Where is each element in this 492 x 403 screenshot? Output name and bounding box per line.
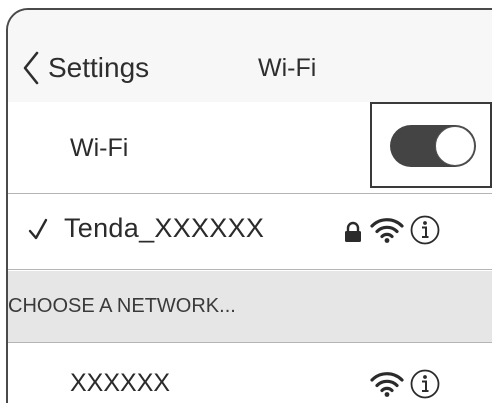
wifi-toggle-row: Wi-Fi: [8, 102, 492, 194]
info-icon[interactable]: [410, 369, 440, 399]
wifi-signal-icon: [370, 218, 404, 243]
toggle-knob: [435, 126, 475, 166]
back-button[interactable]: Settings: [22, 48, 149, 88]
chevron-left-icon: [23, 51, 39, 85]
connected-network-row[interactable]: Tenda_XXXXXX: [8, 195, 492, 270]
page-title: Wi-Fi: [258, 54, 317, 82]
back-button-label: Settings: [48, 52, 150, 83]
network-list-item[interactable]: XXXXXX: [8, 343, 492, 403]
checkmark-icon: [28, 218, 48, 240]
phone-screen: Settings Wi-Fi Wi-Fi Tenda_XXXXXX CHOOSE…: [6, 8, 492, 403]
lock-icon: [345, 221, 361, 242]
wifi-toggle[interactable]: [390, 125, 476, 167]
info-icon[interactable]: [410, 215, 440, 245]
network-name: Tenda_XXXXXX: [64, 213, 265, 243]
section-header: CHOOSE A NETWORK...: [8, 271, 492, 343]
toggle-highlight-box: [370, 102, 492, 188]
network-name: XXXXXX: [70, 369, 171, 397]
section-header-label: CHOOSE A NETWORK...: [8, 295, 236, 317]
wifi-signal-icon: [370, 372, 404, 397]
wifi-label: Wi-Fi: [70, 134, 129, 162]
navigation-bar: Settings Wi-Fi: [8, 10, 492, 103]
